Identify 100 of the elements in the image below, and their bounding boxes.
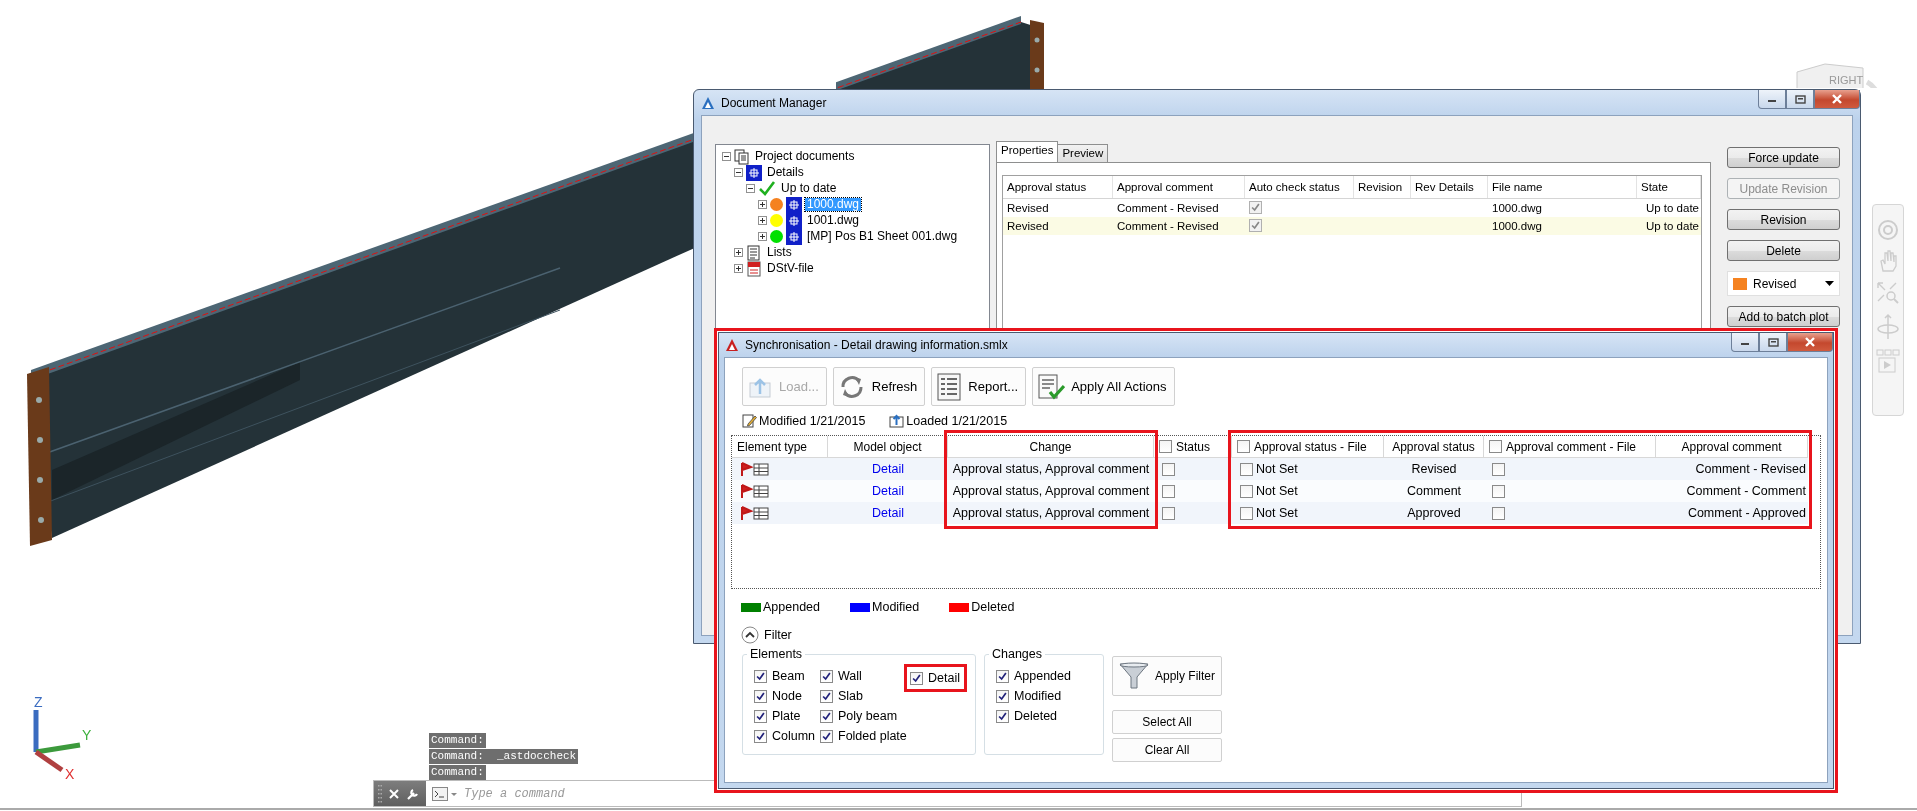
push-button[interactable]: Revision	[1727, 209, 1840, 230]
checkbox[interactable]	[1159, 440, 1172, 453]
checkbox[interactable]	[820, 729, 833, 743]
checkbox[interactable]	[1237, 440, 1250, 453]
column-header[interactable]: State	[1637, 176, 1701, 198]
push-button[interactable]: Add to batch plot	[1727, 306, 1840, 327]
checkbox[interactable]	[1240, 484, 1253, 498]
checkbox[interactable]	[1162, 484, 1175, 498]
column-header[interactable]: Change	[1029, 439, 1072, 454]
close-button[interactable]	[1814, 90, 1860, 109]
tree-item[interactable]: DStV-file	[765, 262, 816, 275]
table-row[interactable]: Revised Comment - Revised 1000.dwg Up to date	[1003, 217, 1701, 235]
checkbox-label[interactable]: Poly beam	[838, 709, 898, 723]
column-header[interactable]: Approval comment	[1113, 176, 1245, 198]
checkbox[interactable]	[754, 709, 767, 723]
expand-toggle[interactable]	[722, 152, 731, 161]
checkbox[interactable]	[1240, 462, 1253, 476]
apply-filter-button[interactable]: Apply Filter	[1111, 656, 1222, 696]
checkbox[interactable]	[1162, 462, 1175, 476]
tree-item[interactable]: [MP] Pos B1 Sheet 001.dwg	[805, 230, 960, 243]
column-header[interactable]: Model object	[853, 439, 922, 454]
checkbox[interactable]	[1249, 219, 1262, 232]
checkbox-label[interactable]: Appended	[1013, 669, 1071, 683]
checkbox[interactable]	[995, 709, 1009, 723]
column-header[interactable]: Approval comment - File	[1506, 439, 1637, 454]
toolbar-button[interactable]: Refresh	[832, 367, 926, 406]
push-button[interactable]: Select All	[1111, 710, 1222, 734]
checkbox[interactable]	[995, 669, 1009, 683]
checkbox[interactable]	[820, 689, 833, 703]
checkbox[interactable]	[820, 669, 833, 683]
checkbox[interactable]	[1492, 484, 1505, 498]
column-header[interactable]: Rev Details	[1411, 176, 1488, 198]
column-header[interactable]: Revision	[1354, 176, 1411, 198]
model-object-link[interactable]: Detail	[872, 462, 904, 476]
table-cell: Comment - Comment	[1686, 484, 1806, 498]
group-title: Changes	[990, 647, 1043, 661]
tree-item[interactable]: 1001.dwg	[805, 214, 862, 227]
expand-toggle[interactable]	[746, 184, 755, 193]
checkbox[interactable]	[820, 709, 833, 723]
tree-item[interactable]: Details	[765, 166, 806, 179]
close-button[interactable]	[1787, 333, 1833, 352]
checkbox[interactable]	[1492, 462, 1505, 476]
column-header[interactable]: Element type	[737, 439, 808, 454]
checkbox[interactable]	[1162, 506, 1175, 520]
minimize-button[interactable]	[1731, 333, 1759, 352]
column-header[interactable]: Approval status - File	[1254, 439, 1367, 454]
checkbox-label[interactable]: Detail	[928, 671, 960, 685]
toolbar-button[interactable]: Report...	[931, 367, 1027, 406]
expand-toggle[interactable]	[758, 232, 767, 241]
dropdown-value: Revised	[1753, 276, 1797, 291]
checkbox-label[interactable]: Plate	[772, 709, 801, 723]
tree-item[interactable]: Project documents	[753, 150, 857, 163]
tree-item[interactable]: Lists	[765, 246, 794, 259]
tree-item[interactable]: Up to date	[779, 182, 839, 195]
tab[interactable]: Preview	[1057, 144, 1109, 162]
minimize-button[interactable]	[1758, 90, 1786, 109]
table-cell-text: Revised	[1006, 220, 1050, 232]
checkbox[interactable]	[754, 689, 767, 703]
table-row[interactable]: Revised Comment - Revised 1000.dwg Up to date	[1003, 199, 1701, 217]
status-dropdown[interactable]: Revised	[1727, 271, 1840, 296]
expand-toggle[interactable]	[758, 200, 767, 209]
checkbox-label[interactable]: Slab	[838, 689, 864, 703]
expand-toggle[interactable]	[734, 264, 743, 273]
checkbox[interactable]	[754, 669, 767, 683]
column-header[interactable]: File name	[1488, 176, 1637, 198]
checkbox-label[interactable]: Beam	[772, 669, 805, 683]
push-button[interactable]: Delete	[1727, 240, 1840, 261]
column-header[interactable]: Status	[1176, 439, 1211, 454]
checkbox-label[interactable]: Wall	[838, 669, 862, 683]
column-header[interactable]: Approval comment	[1681, 439, 1782, 454]
column-header[interactable]: Auto check status	[1245, 176, 1354, 198]
checkbox-label[interactable]: Deleted	[1013, 709, 1058, 723]
checkbox[interactable]	[995, 689, 1009, 703]
collapse-toggle-icon[interactable]	[741, 626, 759, 644]
model-object-link[interactable]: Detail	[872, 484, 904, 498]
checkbox[interactable]	[1492, 506, 1505, 520]
checkbox[interactable]	[1249, 201, 1262, 214]
checkbox[interactable]	[1240, 506, 1253, 520]
blueprint-icon	[786, 196, 802, 213]
checkbox-label[interactable]: Column	[772, 729, 816, 743]
checkbox-label[interactable]: Node	[772, 689, 802, 703]
checkbox-label[interactable]: Modified	[1013, 689, 1062, 703]
tab[interactable]: Properties	[996, 141, 1059, 162]
maximize-button[interactable]	[1759, 333, 1787, 352]
checkbox[interactable]	[1489, 440, 1502, 453]
expand-toggle[interactable]	[734, 248, 743, 257]
push-button[interactable]: Force update	[1727, 147, 1840, 168]
checkbox[interactable]	[754, 729, 767, 743]
expand-toggle[interactable]	[734, 168, 743, 177]
push-button[interactable]: Clear All	[1111, 738, 1222, 762]
info-text: Modified 1/21/2015	[759, 413, 866, 428]
checkbox[interactable]	[910, 671, 923, 685]
column-header[interactable]: Approval status	[1392, 439, 1475, 454]
toolbar-button[interactable]: Apply All Actions	[1032, 367, 1175, 406]
column-header[interactable]: Approval status	[1003, 176, 1113, 198]
caret-icon	[1825, 281, 1834, 286]
model-object-link[interactable]: Detail	[872, 506, 904, 520]
maximize-button[interactable]	[1786, 90, 1814, 109]
expand-toggle[interactable]	[758, 216, 767, 225]
checkbox-label[interactable]: Folded plate	[838, 729, 907, 743]
